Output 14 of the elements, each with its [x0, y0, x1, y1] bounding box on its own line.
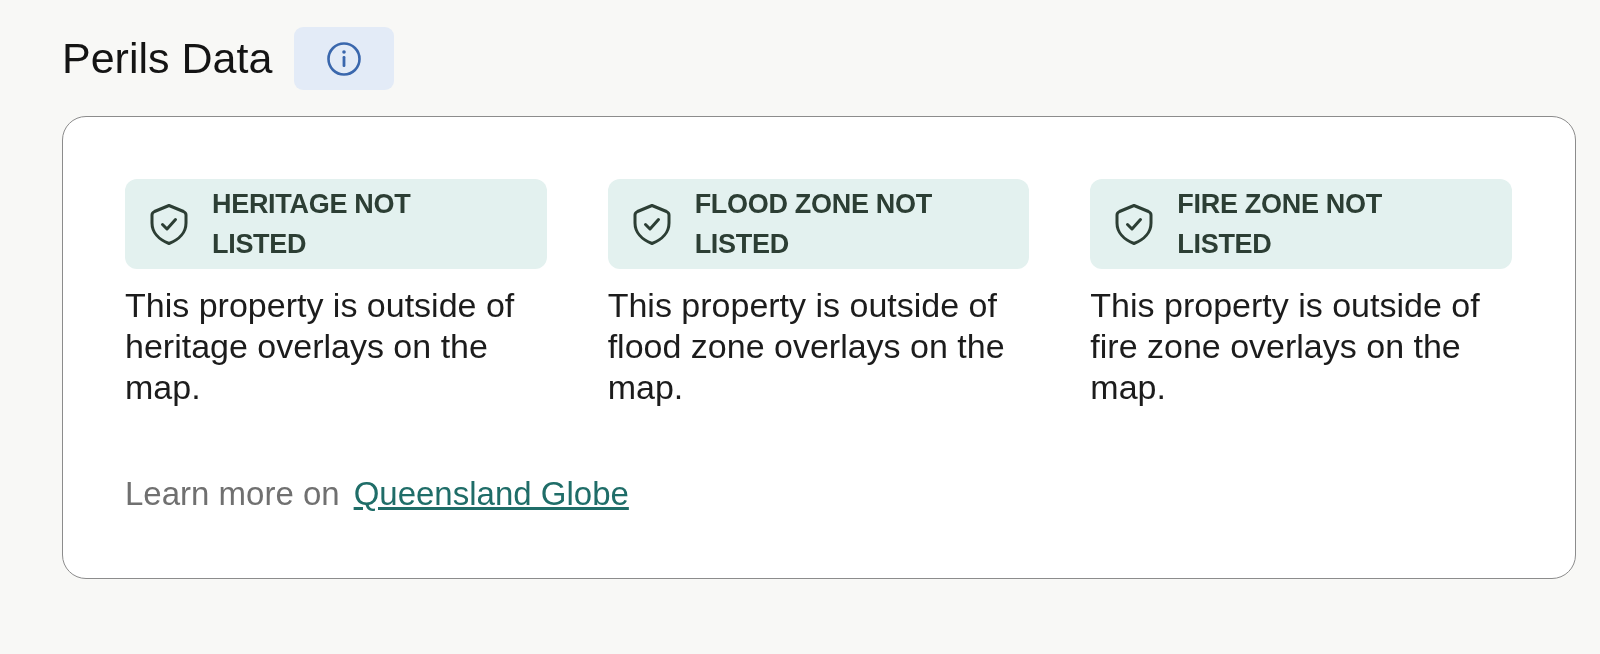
- info-icon: [326, 40, 363, 77]
- learn-more-text: Learn more on: [125, 474, 340, 514]
- shield-check-icon: [631, 202, 672, 246]
- shield-check-icon: [149, 202, 189, 246]
- peril-description: This property is outside of heritage overlays on the map.: [125, 285, 516, 408]
- shield-check-icon: [1114, 202, 1155, 246]
- status-label: HERITAGE NOT LISTED: [212, 188, 412, 261]
- peril-description: This property is outside of fire zone overlays on the map.: [1090, 285, 1481, 408]
- status-label: FLOOD ZONE NOT LISTED: [694, 188, 933, 261]
- info-button[interactable]: [294, 27, 395, 90]
- status-label: FIRE ZONE NOT LISTED: [1177, 188, 1383, 261]
- queensland-globe-link[interactable]: Queensland Globe: [353, 474, 629, 514]
- peril-description: This property is outside of flood zone overlays on the map.: [607, 285, 1006, 408]
- section-title: Perils Data: [62, 32, 273, 84]
